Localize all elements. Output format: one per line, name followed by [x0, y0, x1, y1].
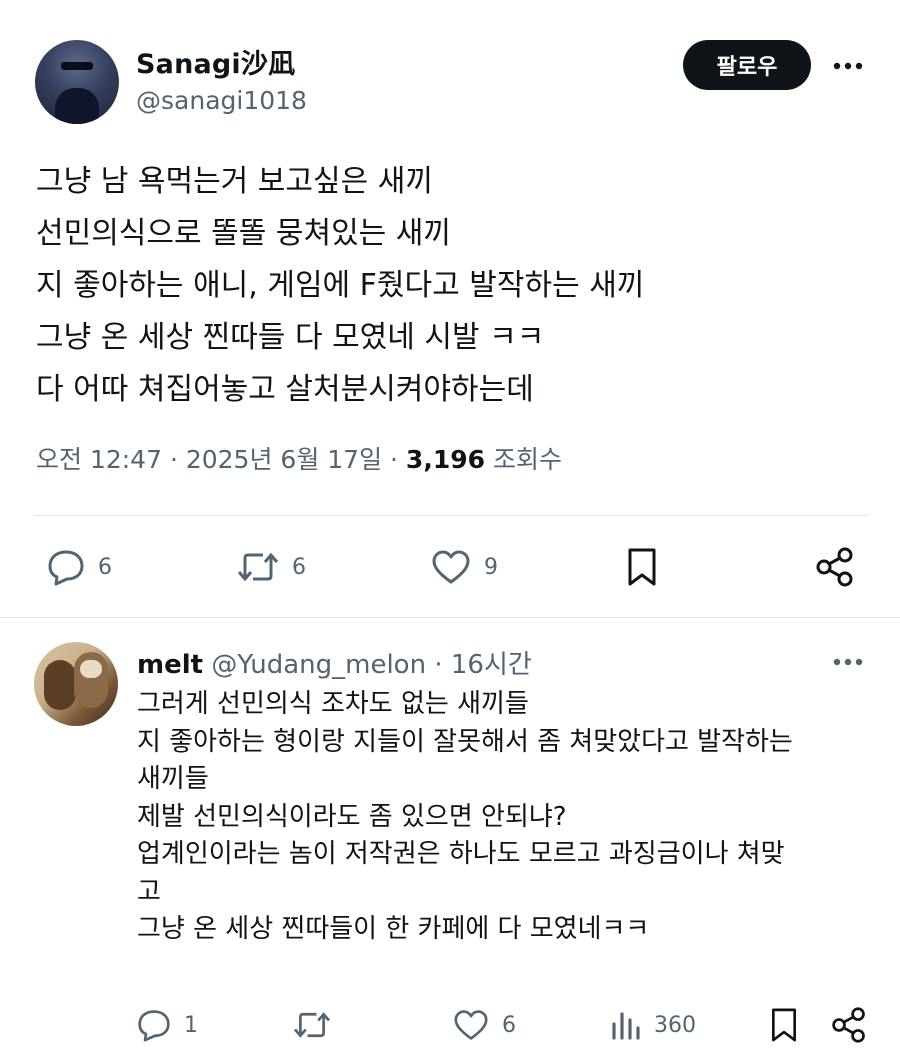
- share-icon[interactable]: [814, 546, 856, 588]
- reply-text: 그러게 선민의식 조차도 없는 새끼들 지 좋아하는 형이랑 지들이 잘못해서 …: [137, 686, 877, 949]
- reply-header-separator: ·: [426, 650, 451, 680]
- comment-bubble-icon: [136, 1008, 172, 1042]
- post-line: 그냥 남 욕먹는거 보고싶은 새끼: [36, 164, 433, 199]
- post-line: 다 어따 쳐집어놓고 살처분시켜야하는데: [36, 372, 534, 407]
- author-display-name[interactable]: Sanagi沙凪: [136, 42, 295, 81]
- reply-view-count: 360: [654, 1012, 696, 1038]
- reply-author-handle[interactable]: @Yudang_melon: [211, 650, 426, 680]
- reply-header: melt @Yudang_melon · 16시간: [137, 644, 532, 681]
- reply-count: 6: [98, 554, 112, 580]
- author-avatar[interactable]: [35, 40, 119, 124]
- reply-line: 고: [137, 876, 161, 907]
- view-count-label: 조회수: [485, 445, 562, 474]
- like-count: 9: [484, 554, 498, 580]
- post-line: 선민의식으로 똘똘 뭉쳐있는 새끼: [36, 216, 452, 251]
- heart-icon: [452, 1008, 490, 1042]
- more-icon[interactable]: [826, 646, 870, 678]
- post-text: 그냥 남 욕먹는거 보고싶은 새끼 선민의식으로 똘똘 뭉쳐있는 새끼 지 좋아…: [36, 156, 866, 416]
- comment-bubble-icon: [46, 548, 86, 586]
- reply-line: 그러게 선민의식 조차도 없는 새끼들: [137, 689, 529, 719]
- reply-author-avatar[interactable]: [34, 642, 118, 726]
- reply-time[interactable]: 16시간: [451, 650, 532, 680]
- reply-author-display-name[interactable]: melt: [137, 650, 203, 680]
- view-count: 3,196: [405, 445, 485, 474]
- reply-reply-count: 1: [184, 1012, 198, 1038]
- repost-count: 6: [292, 554, 306, 580]
- reply-post[interactable]: melt @Yudang_melon · 16시간 그러게 선민의식 조차도 없…: [0, 620, 900, 1063]
- more-icon[interactable]: [826, 48, 870, 84]
- reply-reply-button[interactable]: 1: [136, 1008, 198, 1042]
- section-divider: [0, 617, 900, 618]
- follow-button[interactable]: 팔로우: [683, 40, 811, 90]
- heart-icon: [430, 548, 472, 586]
- analytics-bars-icon: [610, 1008, 642, 1042]
- reply-line: 업계인이라는 놈이 저작권은 하나도 모르고 과징금이나 쳐맞: [137, 839, 785, 869]
- reply-button[interactable]: 6: [46, 548, 112, 586]
- post-line: 그냥 온 세상 찐따들 다 모였네 시발 ㅋㅋ: [36, 320, 545, 355]
- repost-arrows-icon: [292, 1008, 332, 1042]
- reply-like-count: 6: [502, 1012, 516, 1038]
- divider: [34, 515, 868, 516]
- repost-arrows-icon: [236, 548, 280, 586]
- reply-line: 제발 선민의식이라도 좀 있으면 안되냐?: [137, 801, 567, 832]
- meta-separator: ·: [382, 445, 406, 474]
- post-line: 지 좋아하는 애니, 게임에 F줬다고 발작하는 새끼: [36, 268, 645, 303]
- bookmark-icon[interactable]: [768, 1006, 800, 1044]
- post-date[interactable]: 2025년 6월 17일: [186, 445, 382, 474]
- repost-button[interactable]: 6: [236, 548, 306, 586]
- post-meta: 오전 12:47 · 2025년 6월 17일 · 3,196 조회수: [36, 440, 562, 476]
- reply-views-button[interactable]: 360: [610, 1008, 696, 1042]
- meta-separator: ·: [162, 445, 186, 474]
- post-time[interactable]: 오전 12:47: [36, 445, 162, 474]
- share-icon[interactable]: [830, 1006, 868, 1044]
- reply-line: 새끼들: [137, 764, 209, 794]
- reply-line: 지 좋아하는 형이랑 지들이 잘못해서 좀 쳐맞았다고 발작하는: [137, 726, 793, 757]
- reply-repost-button[interactable]: [292, 1008, 344, 1042]
- main-post: Sanagi沙凪 @sanagi1018 팔로우 그냥 남 욕먹는거 보고싶은 …: [0, 0, 900, 618]
- like-button[interactable]: 9: [430, 548, 498, 586]
- reply-like-button[interactable]: 6: [452, 1008, 516, 1042]
- reply-line: 그냥 온 세상 찐따들이 한 카페에 다 모였네ㅋㅋ: [137, 914, 650, 944]
- author-handle[interactable]: @sanagi1018: [136, 86, 307, 115]
- bookmark-icon[interactable]: [624, 546, 660, 588]
